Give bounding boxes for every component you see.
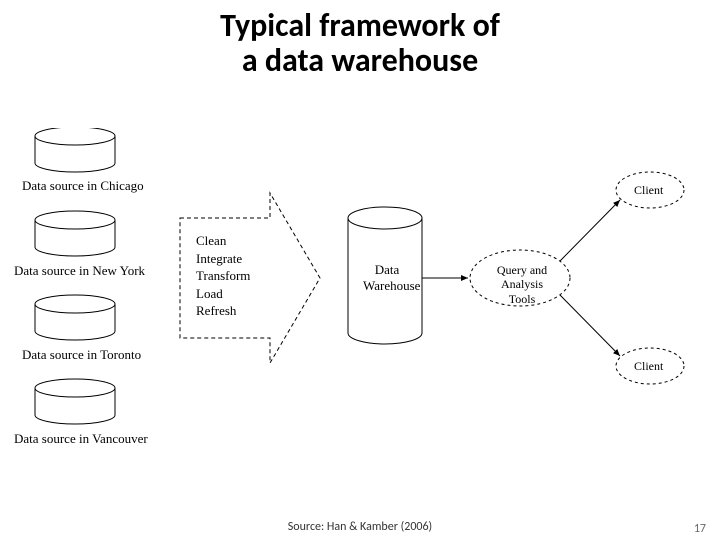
warehouse-label-line1: Data <box>363 262 411 278</box>
diagram-area: Data source in Chicago Data source in Ne… <box>0 128 720 498</box>
source-cylinder-chicago <box>35 128 115 172</box>
source-cylinder-vancouver <box>35 379 115 424</box>
title-line-2: a data warehouse <box>242 41 478 80</box>
client-label-2: Client <box>634 359 663 374</box>
source-cylinder-toronto <box>35 295 115 340</box>
etl-step-transform: Transform <box>196 267 250 285</box>
warehouse-label: Data Warehouse <box>363 262 411 294</box>
etl-steps-list: Clean Integrate Transform Load Refresh <box>196 232 250 320</box>
tools-label-line1: Query and <box>490 263 554 277</box>
client-label-1: Client <box>634 183 663 198</box>
warehouse-label-line2: Warehouse <box>363 278 411 294</box>
source-cylinder-newyork <box>35 211 115 256</box>
tools-label-line2: Analysis Tools <box>490 277 554 306</box>
source-label-toronto: Data source in Toronto <box>22 347 141 363</box>
source-label-newyork: Data source in New York <box>14 263 145 279</box>
arrow-tools-to-client-2 <box>560 295 620 356</box>
citation-text: Source: Han & Kamber (2006) <box>288 520 432 534</box>
etl-step-refresh: Refresh <box>196 302 250 320</box>
etl-step-load: Load <box>196 285 250 303</box>
source-label-vancouver: Data source in Vancouver <box>14 431 148 447</box>
title-line-1: Typical framework of <box>220 6 500 45</box>
page-number: 17 <box>694 522 706 536</box>
arrow-tools-to-client-1 <box>560 200 620 261</box>
tools-label: Query and Analysis Tools <box>490 263 554 306</box>
source-label-chicago: Data source in Chicago <box>22 178 144 194</box>
page-title: Typical framework of a data warehouse <box>0 8 720 78</box>
etl-step-integrate: Integrate <box>196 250 250 268</box>
etl-step-clean: Clean <box>196 232 250 250</box>
